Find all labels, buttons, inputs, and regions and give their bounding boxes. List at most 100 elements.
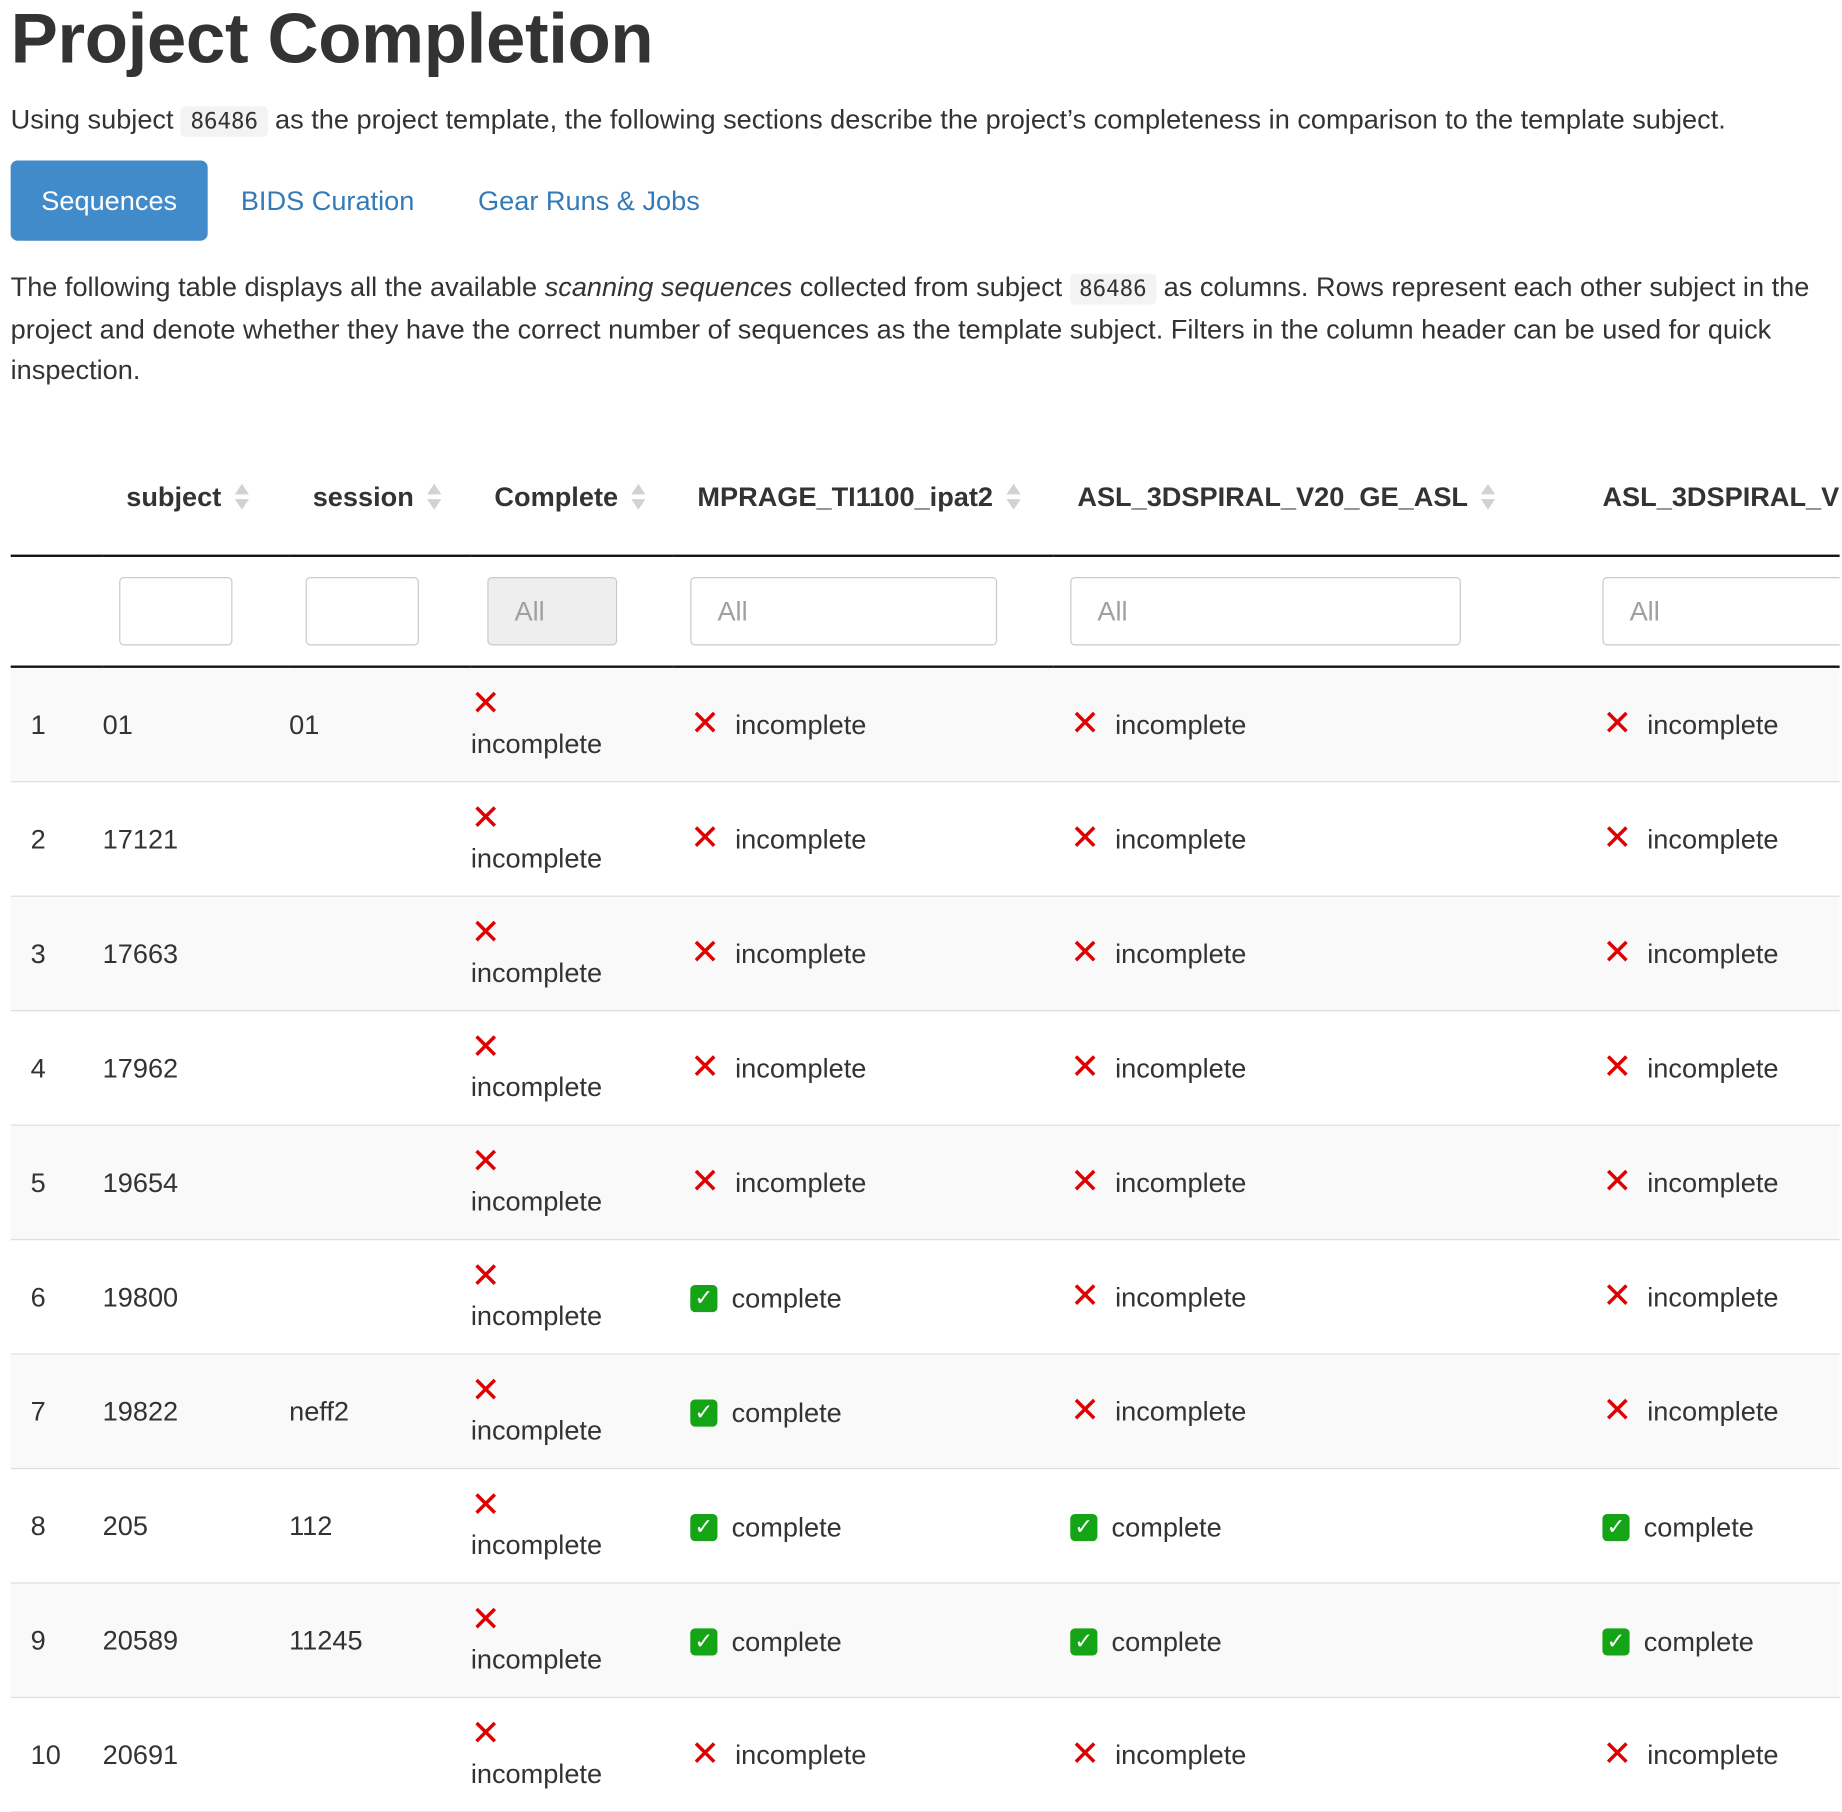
check-box-icon: ✓: [1070, 1627, 1098, 1655]
sequence-status-cell: ✕ incomplete: [1517, 1125, 1840, 1241]
col-header-mprage-label: MPRAGE_TI1100_ipat2: [697, 480, 994, 512]
col-header-subject[interactable]: subject: [102, 438, 290, 557]
row-index-cell: 1: [10, 666, 103, 783]
table-row[interactable]: 10 20691 ✕ incomplete ✕ incomplete ✕ incomplete…: [10, 1697, 1840, 1812]
subject-value: 19654: [102, 1166, 179, 1198]
sort-icon[interactable]: [233, 481, 250, 512]
col-header-asl-1[interactable]: ASL_3DSPIRAL_V20_GE_ASL: [1053, 438, 1518, 557]
table-row[interactable]: 3 17663 ✕ incomplete ✕ incomplete ✕ incomplete ✕…: [10, 896, 1840, 1012]
sequence-status-label: incomplete: [1647, 708, 1779, 740]
sort-icon[interactable]: [1480, 481, 1497, 512]
cross-mark-icon: ✕: [690, 1161, 720, 1203]
table-row[interactable]: 6 19800 ✕ incomplete ✓ complete ✕ incomplete ✕ in…: [10, 1239, 1840, 1355]
row-index-cell: 8: [10, 1468, 103, 1584]
col-header-complete-label: Complete: [494, 480, 619, 512]
check-box-icon: ✓: [690, 1284, 718, 1312]
table-row[interactable]: 7 19822 neff2 ✕ incomplete ✓ complete ✕ incomple…: [10, 1354, 1840, 1470]
col-header-complete[interactable]: Complete: [470, 438, 674, 557]
subject-cell: 20589: [102, 1582, 290, 1699]
sequence-status: ✕ incomplete: [1602, 821, 1778, 856]
cross-mark-icon: ✕: [470, 1713, 501, 1755]
desc-subject-code: 86486: [1069, 273, 1157, 305]
sequence-status-cell: ✕ incomplete: [1053, 1125, 1518, 1241]
complete-status-label: incomplete: [470, 1414, 603, 1446]
sequence-status-cell: ✕ incomplete: [1053, 1239, 1518, 1355]
subject-filter-input[interactable]: [119, 577, 233, 646]
sequence-status-label: incomplete: [735, 937, 867, 969]
sequence-status-label: incomplete: [1647, 1280, 1779, 1312]
subject-value: 17121: [102, 823, 179, 854]
intro-before: Using subject: [10, 103, 182, 135]
sequence-status-cell: ✕ incomplete: [1053, 781, 1518, 897]
session-cell: [289, 1010, 471, 1126]
sequence-status: ✕ incomplete: [1070, 935, 1246, 971]
sequence-status: ✕ incomplete: [690, 706, 866, 742]
sequence-status-label: incomplete: [735, 1738, 867, 1770]
sequence-status: ✓ complete: [1070, 1511, 1222, 1543]
tab-gear-runs-jobs[interactable]: Gear Runs & Jobs: [445, 160, 733, 240]
sequence-status-cell: ✕ incomplete: [673, 781, 1054, 897]
subject-cell: 01: [102, 666, 290, 783]
sequence-status: ✕ incomplete: [1070, 1279, 1246, 1314]
sequence-status-label: incomplete: [1115, 823, 1247, 854]
row-index-cell: 3: [10, 896, 103, 1012]
complete-cell: ✕ incomplete: [470, 1354, 674, 1470]
sequence-status: ✓ complete: [1070, 1625, 1222, 1657]
tab-bar: Sequences BIDS Curation Gear Runs & Jobs: [10, 160, 1842, 241]
sequence-status-label: complete: [1111, 1625, 1222, 1657]
complete-status-label: incomplete: [470, 728, 603, 759]
cross-mark-icon: ✕: [1070, 1733, 1100, 1775]
content: Project Completion Using subject 86486 a…: [0, 0, 1842, 1812]
filter-cell-subject: [102, 555, 290, 668]
filter-cell-mprage: [673, 555, 1054, 668]
col-header-session[interactable]: session: [289, 438, 471, 557]
complete-status: ✕ incomplete: [471, 1144, 674, 1221]
sort-icon[interactable]: [426, 481, 443, 512]
sequence-status-cell: ✕ incomplete: [1517, 896, 1840, 1012]
subject-value: 19800: [102, 1280, 179, 1312]
tab-sequences[interactable]: Sequences: [10, 160, 208, 241]
complete-status: ✕ incomplete: [471, 1487, 674, 1564]
sort-icon[interactable]: [630, 481, 647, 512]
sequence-status-label: incomplete: [735, 1166, 867, 1198]
table-row[interactable]: 9 20589 11245 ✕ incomplete ✓ complete ✓ complete…: [10, 1582, 1840, 1699]
asl-1-filter-input[interactable]: [1070, 577, 1461, 646]
complete-filter-input[interactable]: [487, 577, 618, 646]
sort-icon[interactable]: [1005, 481, 1022, 512]
sequence-status: ✕ incomplete: [1070, 1393, 1246, 1429]
subject-cell: 17663: [102, 896, 290, 1012]
col-header-asl-2[interactable]: ASL_3DSPIRAL_V20_G: [1517, 438, 1840, 557]
table-row[interactable]: 5 19654 ✕ incomplete ✕ incomplete ✕ incomplete ✕…: [10, 1125, 1840, 1241]
sequence-status: ✕ incomplete: [1602, 1279, 1778, 1314]
tab-bids-curation[interactable]: BIDS Curation: [208, 160, 445, 240]
table-container[interactable]: subject session Complete MPRAGE_TI1100_i…: [10, 438, 1840, 1812]
table-row[interactable]: 8 205 112 ✕ incomplete ✓ complete ✓ complete ✓ com…: [10, 1468, 1840, 1584]
table-row[interactable]: 1 01 01 ✕ incomplete ✕ incomplete ✕ incomplete ✕ i…: [10, 666, 1840, 783]
row-index: 9: [30, 1624, 46, 1655]
cross-mark-icon: ✕: [1602, 932, 1633, 974]
check-box-icon: ✓: [690, 1513, 718, 1541]
cross-mark-icon: ✕: [1602, 817, 1633, 860]
filter-cell-session: [289, 555, 471, 668]
asl-2-filter-input[interactable]: [1602, 577, 1840, 646]
col-header-asl-2-label: ASL_3DSPIRAL_V20_G: [1602, 480, 1840, 512]
session-cell: 01: [289, 666, 471, 783]
session-value: 11245: [289, 1624, 363, 1655]
complete-status-label: incomplete: [470, 1643, 603, 1675]
sequence-status-label: incomplete: [1115, 1051, 1247, 1083]
table-row[interactable]: 2 17121 ✕ incomplete ✕ incomplete ✕ incomplete ✕…: [10, 781, 1840, 897]
session-value: 112: [289, 1509, 333, 1541]
sequence-status-cell: ✕ incomplete: [673, 896, 1054, 1012]
cross-mark-icon: ✕: [470, 1598, 501, 1641]
session-cell: [289, 1125, 471, 1241]
cross-mark-icon: ✕: [1070, 1046, 1100, 1088]
cross-mark-icon: ✕: [690, 817, 720, 860]
complete-status: ✕ incomplete: [470, 1373, 674, 1450]
session-value: 01: [289, 708, 320, 740]
col-header-mprage[interactable]: MPRAGE_TI1100_ipat2: [673, 438, 1054, 557]
cross-mark-icon: ✕: [1602, 1733, 1633, 1775]
sequence-status-label: complete: [1643, 1510, 1754, 1542]
session-filter-input[interactable]: [305, 577, 419, 646]
table-row[interactable]: 4 17962 ✕ incomplete ✕ incomplete ✕ incomplete ✕…: [10, 1010, 1840, 1126]
mprage-filter-input[interactable]: [690, 577, 998, 646]
